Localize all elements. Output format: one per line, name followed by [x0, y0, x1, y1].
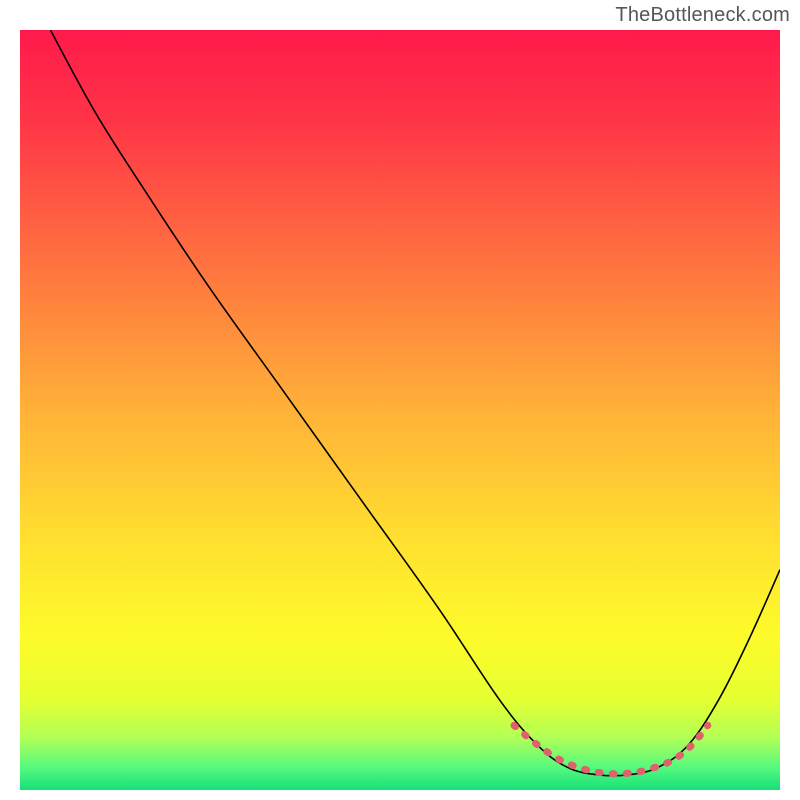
bottleneck-chart [20, 30, 780, 790]
chart-area [20, 30, 780, 790]
attribution-text: TheBottleneck.com [615, 4, 790, 27]
gradient-background [20, 30, 780, 790]
